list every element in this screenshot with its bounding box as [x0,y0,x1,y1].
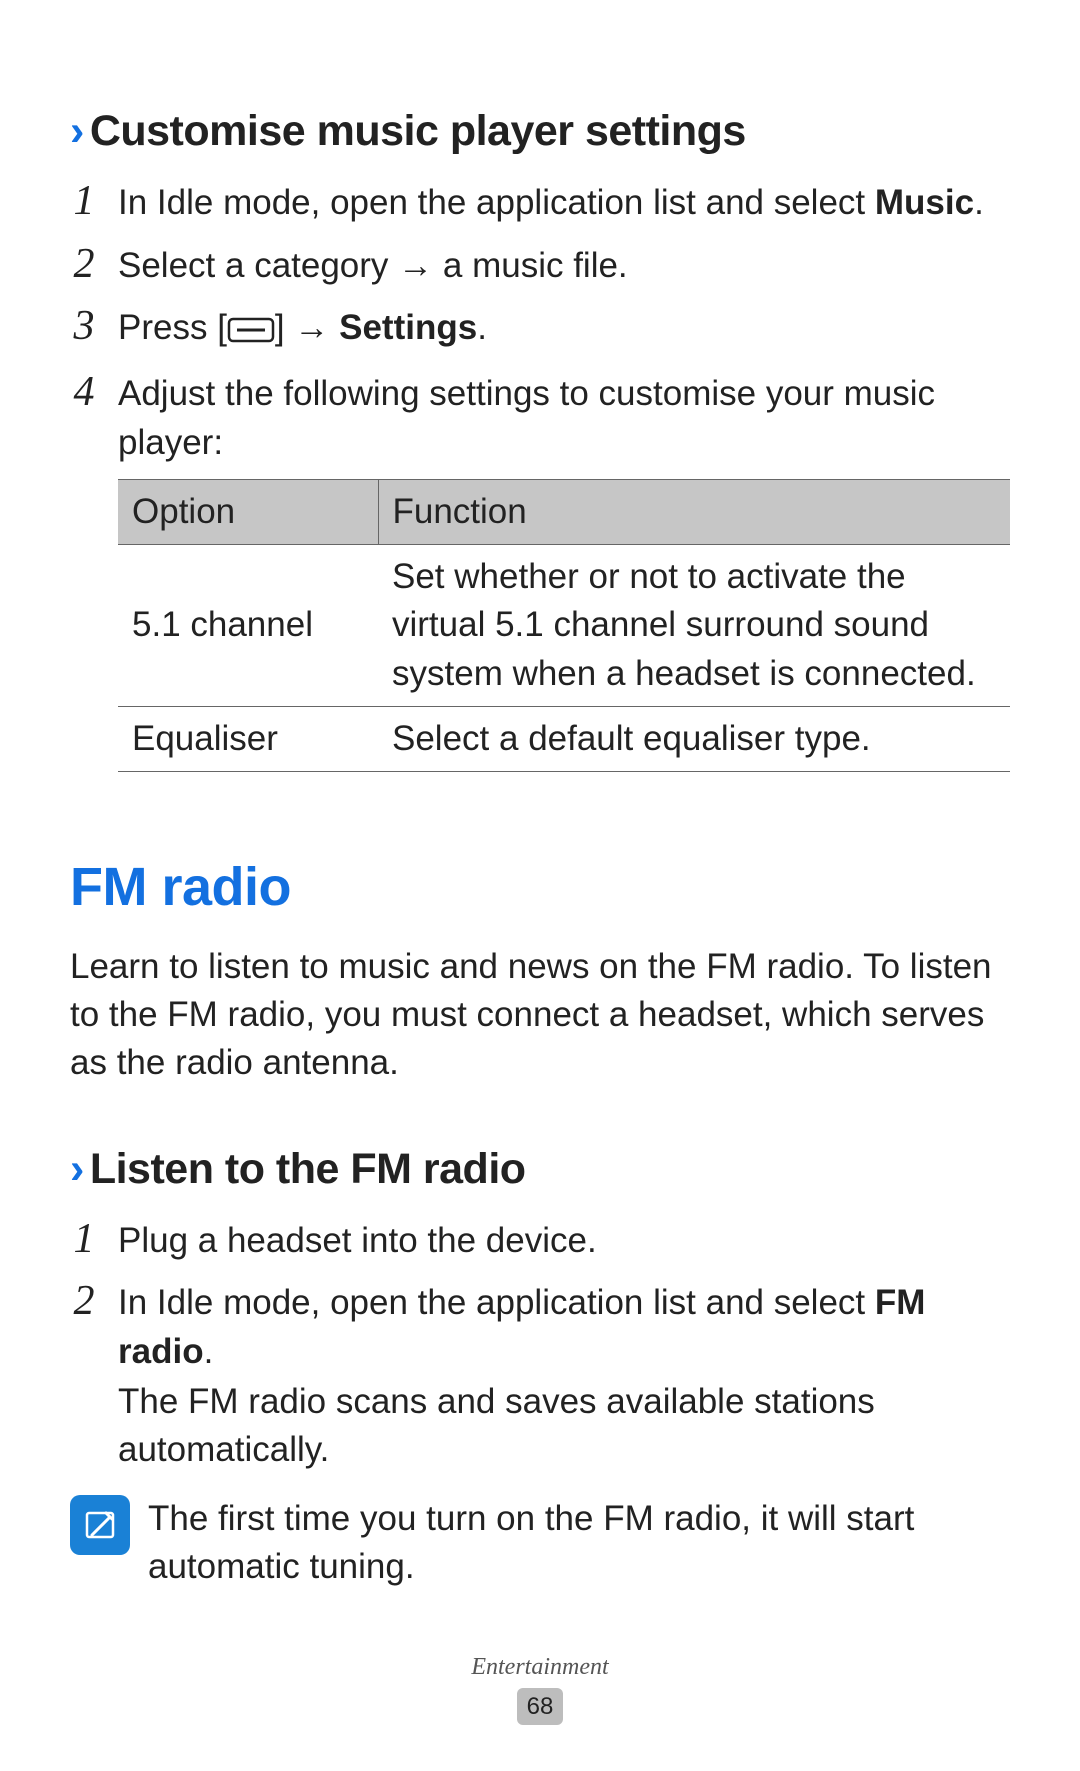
step-subnote: The FM radio scans and saves available s… [118,1378,1010,1475]
step-text-after: . [204,1332,214,1371]
step-text: Plug a headset into the device. [118,1221,597,1260]
step-body: In Idle mode, open the application list … [118,1279,1010,1474]
manual-page: ›Customise music player settings 1 In Id… [0,0,1080,1771]
subheading-prefix-icon: › [70,1145,84,1193]
step-body: Plug a headset into the device. [118,1217,1010,1265]
menu-button-icon [227,308,275,356]
footer-section-label: Entertainment [0,1651,1080,1684]
step-body: In Idle mode, open the application list … [118,179,1010,227]
table-header-function: Function [378,479,1010,544]
table-header-row: Option Function [118,479,1010,544]
table-cell-function: Set whether or not to activate the virtu… [378,545,1010,707]
step-row: 1 Plug a headset into the device. [70,1217,1010,1265]
step-text: In Idle mode, open the application list … [118,1283,875,1322]
step-body: Press [ ] → Settings. [118,304,1010,356]
step-text-after: . [477,308,487,347]
step-press-label: Press [ [118,308,227,347]
step-body: Select a category → a music file. [118,242,1010,290]
table-header-option: Option [118,479,378,544]
settings-table: Option Function 5.1 channel Set whether … [118,479,1010,772]
note-icon [70,1495,130,1555]
step-number: 1 [70,1217,98,1261]
subheading-text: Listen to the FM radio [90,1145,526,1193]
intro-paragraph: Learn to listen to music and news on the… [70,943,1010,1088]
step-row: 2 Select a category → a music file. [70,242,1010,290]
subheading-customise: ›Customise music player settings [70,102,1010,161]
note-row: The first time you turn on the FM radio,… [70,1495,1010,1592]
step-text-after: . [974,183,984,222]
page-footer: Entertainment 68 [0,1651,1080,1725]
step-text: Select a category → a music file. [118,246,628,285]
step-row: 1 In Idle mode, open the application lis… [70,179,1010,227]
step-bold: Settings [339,308,477,347]
step-bold: Music [875,183,974,222]
step-number: 3 [70,304,98,348]
step-number: 2 [70,1279,98,1323]
step-row: 3 Press [ ] → Settings. [70,304,1010,356]
table-cell-option: 5.1 channel [118,545,378,707]
step-text: In Idle mode, open the application list … [118,183,875,222]
step-text: Adjust the following settings to customi… [118,374,935,461]
step-arrow: ] → [275,308,339,347]
subheading-listen: ›Listen to the FM radio [70,1140,1010,1199]
table-row: 5.1 channel Set whether or not to activa… [118,545,1010,707]
step-number: 1 [70,179,98,223]
step-body: Adjust the following settings to customi… [118,370,1010,772]
step-number: 2 [70,242,98,286]
note-text: The first time you turn on the FM radio,… [148,1495,1010,1592]
subheading-prefix-icon: › [70,107,84,155]
table-row: Equaliser Select a default equaliser typ… [118,707,1010,772]
step-row: 2 In Idle mode, open the application lis… [70,1279,1010,1474]
page-number: 68 [517,1688,564,1725]
step-row: 4 Adjust the following settings to custo… [70,370,1010,772]
table-cell-function: Select a default equaliser type. [378,707,1010,772]
step-number: 4 [70,370,98,414]
table-cell-option: Equaliser [118,707,378,772]
main-heading-fm-radio: FM radio [70,850,1010,925]
subheading-text: Customise music player settings [90,107,746,155]
